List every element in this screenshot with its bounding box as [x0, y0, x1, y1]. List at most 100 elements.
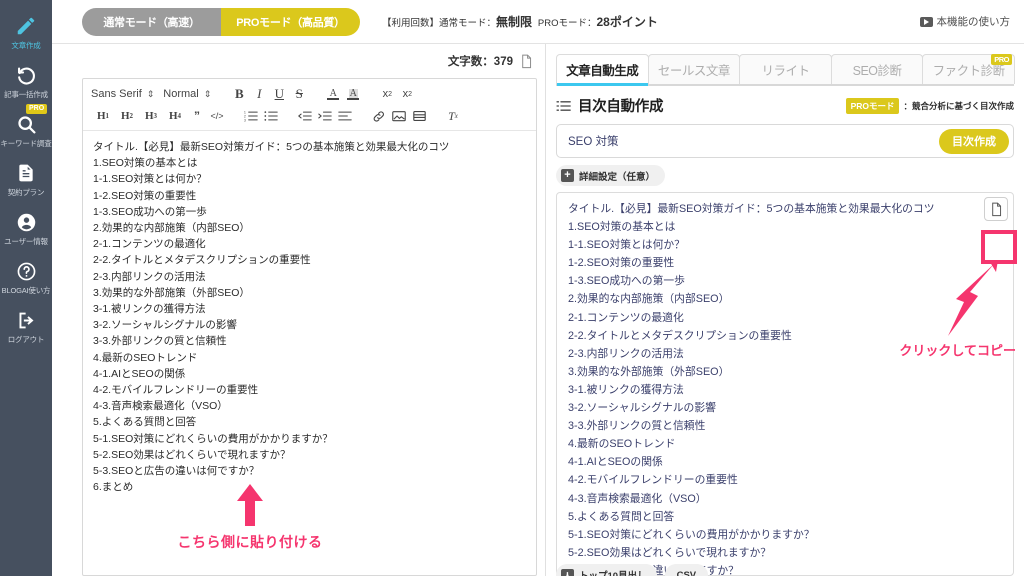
outline-line: 3-3.外部リンクの質と信頼性	[568, 420, 706, 433]
logout-icon	[16, 309, 37, 331]
keyword-field[interactable]: SEO 対策 目次作成	[556, 124, 1014, 158]
editor-line: 4-1.AIとSEOの関係	[93, 367, 186, 380]
copy-icon[interactable]	[520, 54, 533, 69]
editor-line: 1-2.SEO対策の重要性	[93, 189, 197, 202]
right-panel: 文章自動生成 セールス文章 リライト SEO診断 ファクト診断 PRO 目次自動作成 PR…	[545, 44, 1024, 576]
sidebar-item-kiji-ikkatsu[interactable]: 記事一括作成	[0, 57, 52, 106]
mode-switch[interactable]: 通常モード（高速） PROモード（高品質）	[82, 7, 360, 36]
font-size-select[interactable]: Normal	[163, 88, 198, 100]
usage-pro-label: PROモード：	[537, 18, 597, 29]
subscript-button[interactable]: x2	[397, 84, 417, 104]
usage-prefix: 【利用回数】通常モード：	[382, 18, 497, 29]
sidebar-label: ユーザー情報	[4, 237, 48, 246]
outline-line: 3-2.ソーシャルシグナルの影響	[568, 402, 716, 415]
editor-line: 2.効果的な内部施策（内部SEO）	[93, 222, 250, 235]
heading-2-button[interactable]: H2	[115, 106, 139, 126]
chevron-updown-icon[interactable]: ⇕	[204, 89, 212, 100]
editor-annotation-text: こちら側に貼り付ける	[177, 534, 323, 550]
heading-1-button[interactable]: H1	[91, 106, 115, 126]
char-count-label: 文字数：379	[447, 56, 513, 68]
align-icon[interactable]	[335, 106, 355, 126]
tab-4[interactable]: ファクト診断 PRO	[922, 54, 1015, 84]
section-header: 目次自動作成 PROモード ：競合分析に基づく目次作成	[556, 95, 1014, 116]
blockquote-icon[interactable]: ”	[187, 106, 207, 126]
outdent-icon[interactable]	[295, 106, 315, 126]
usage-pro-value: 28ポイント	[596, 15, 658, 29]
link-icon[interactable]	[369, 106, 389, 126]
list-bullet-icon[interactable]	[261, 106, 281, 126]
mode-pro-button[interactable]: PROモード（高品質）	[221, 7, 360, 36]
image-icon[interactable]	[389, 106, 409, 126]
indent-icon[interactable]	[315, 106, 335, 126]
outline-line: 4-3.音声検索最適化（VSO）	[568, 492, 707, 505]
advanced-settings-button[interactable]: + 詳細設定（任意）	[556, 165, 666, 186]
tab-1[interactable]: セールス文章	[647, 54, 741, 84]
highlight-color-icon[interactable]: A	[343, 84, 363, 104]
section-title: 目次自動作成	[578, 99, 664, 115]
tab-label: リライト	[761, 64, 810, 78]
generate-outline-button[interactable]: 目次作成	[939, 128, 1009, 154]
editor-line: 5-2.SEO効果はどれくらいで現れますか？	[93, 448, 291, 461]
sidebar-item-blogai-tsukaikata[interactable]: BLOGAI使い方	[0, 253, 52, 302]
top10-headings-button[interactable]: ⭳ トップ10見出し	[556, 564, 657, 576]
strikethrough-button[interactable]: S	[289, 84, 309, 104]
editor-line: 4.最新のSEOトレンド	[93, 351, 198, 364]
tab-bar: 文章自動生成 セールス文章 リライト SEO診断 ファクト診断 PRO	[556, 52, 1015, 86]
document-icon	[16, 162, 36, 184]
tab-0[interactable]: 文章自動生成	[556, 54, 649, 86]
keyword-input[interactable]: SEO 対策	[568, 133, 939, 149]
heading-3-button[interactable]: H3	[139, 106, 163, 126]
sidebar-item-user-joho[interactable]: ユーザー情報	[0, 204, 52, 253]
tab-label: 文章自動生成	[566, 64, 639, 78]
top-bar: 通常モード（高速） PROモード（高品質） 【利用回数】通常モード：無制限 PR…	[52, 0, 1024, 44]
tab-2[interactable]: リライト	[739, 54, 832, 84]
sidebar-item-bunsho-sakusei[interactable]: 文章作成	[0, 8, 52, 57]
sidebar-label: BLOGAI使い方	[1, 286, 51, 295]
outline-line: タイトル.【必見】最新SEO対策ガイド：5つの基本施策と効果最大化のコツ	[568, 203, 935, 215]
italic-button[interactable]: I	[249, 84, 269, 104]
svg-text:3: 3	[244, 118, 246, 122]
list-icon	[556, 99, 571, 113]
advanced-settings-label: 詳細設定（任意）	[579, 171, 656, 183]
chevron-updown-icon[interactable]: ⇕	[147, 89, 155, 100]
editor-line: 3-3.外部リンクの質と信頼性	[93, 335, 227, 348]
outline-line: 1.SEO対策の基本とは	[568, 221, 676, 234]
csv-button[interactable]: CSV	[664, 564, 709, 576]
bold-button[interactable]: B	[229, 84, 249, 104]
editor-line: 4-2.モバイルフレンドリーの重要性	[93, 384, 259, 397]
pro-mode-chip: PROモード	[845, 97, 900, 114]
video-icon[interactable]	[409, 106, 429, 126]
editor-line: 2-1.コンテンツの最適化	[93, 238, 206, 251]
superscript-button[interactable]: x2	[377, 84, 397, 104]
youtube-play-icon	[919, 16, 933, 27]
list-ordered-icon[interactable]: 123	[241, 106, 261, 126]
code-block-icon[interactable]: </>	[207, 106, 227, 126]
underline-button[interactable]: U	[269, 84, 289, 104]
editor-line: 3-2.ソーシャルシグナルの影響	[93, 319, 237, 332]
outline-line: 5-1.SEO対策にどれくらいの費用がかかりますか？	[568, 528, 815, 541]
outline-line: 4-2.モバイルフレンドリーの重要性	[568, 474, 738, 487]
tab-3[interactable]: SEO診断	[830, 54, 924, 84]
pro-badge: PRO	[991, 54, 1012, 65]
clear-format-button[interactable]: Tx	[443, 106, 463, 126]
sidebar-item-logout[interactable]: ログアウト	[0, 302, 52, 351]
sidebar-label: 記事一括作成	[4, 90, 48, 99]
outline-line: 3.効果的な外部施策（外部SEO）	[568, 365, 730, 378]
editor-line: 1-1.SEO対策とは何か？	[93, 173, 207, 186]
pencil-icon	[15, 15, 37, 37]
editor-toolbar: Sans Serif ⇕ Normal ⇕ B I U S A A x 2 x …	[83, 79, 536, 131]
mode-normal-button[interactable]: 通常モード（高速）	[82, 7, 221, 36]
plus-icon: +	[561, 169, 574, 182]
copy-outline-button[interactable]	[984, 197, 1008, 221]
editor-line: 5.よくある質問と回答	[93, 416, 197, 429]
text-color-icon[interactable]: A	[323, 84, 343, 104]
sidebar-item-keyword-chosa[interactable]: PRO キーワード調査	[0, 104, 52, 155]
sidebar-item-keiyaku-plan[interactable]: 契約プラン	[0, 155, 52, 204]
pro-badge: PRO	[26, 104, 48, 115]
top10-headings-label: トップ10見出し	[579, 568, 647, 576]
outline-line: 4.最新のSEOトレンド	[568, 438, 676, 451]
font-family-select[interactable]: Sans Serif	[91, 88, 142, 100]
heading-4-button[interactable]: H4	[163, 106, 187, 126]
editor-line: 2-3.内部リンクの活用法	[93, 270, 206, 283]
help-link[interactable]: 本機能の使い方	[919, 14, 1010, 29]
